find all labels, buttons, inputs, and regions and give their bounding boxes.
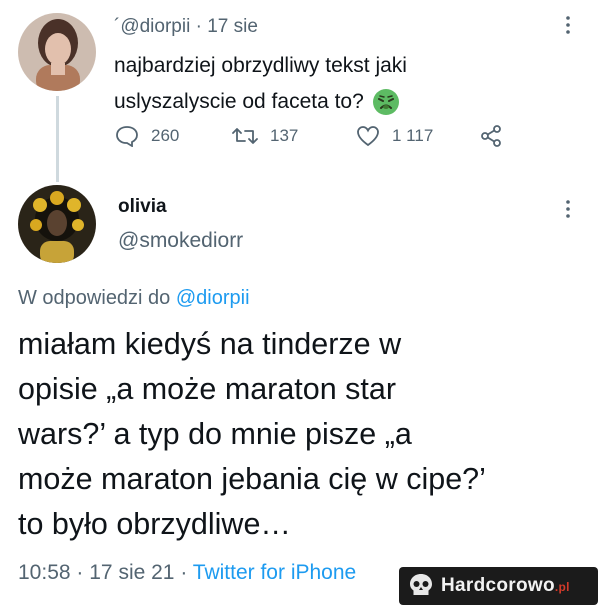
- watermark: Hardcorowo.pl: [399, 567, 598, 605]
- retweet-icon: [232, 125, 258, 147]
- meta-separator: ·: [180, 561, 188, 584]
- reply-to-prefix: W odpowiedzi do: [18, 287, 171, 309]
- watermark-text: Hardcorowo: [441, 575, 555, 596]
- tweet2-text-line: wars?’ a typ do mnie pisze „a: [18, 417, 412, 451]
- tweet2-display-name[interactable]: olivia: [118, 195, 167, 219]
- reply-action[interactable]: 260: [115, 125, 179, 147]
- tweet1-header: ´@diorpii · 17 sie: [114, 15, 258, 39]
- tweet1-text-line1: najbardziej obrzydliwy tekst jaki: [114, 54, 407, 77]
- heart-icon: [356, 125, 380, 147]
- tweet1-more-icon[interactable]: [565, 15, 575, 35]
- nauseated-face-icon: [372, 88, 400, 116]
- tweet2-date[interactable]: 17 sie 21: [89, 561, 174, 584]
- reply-to-handle[interactable]: @diorpii: [176, 287, 250, 309]
- tweet2-text-line: miałam kiedyś na tinderze w: [18, 327, 402, 361]
- tweet2-time[interactable]: 10:58: [18, 561, 71, 584]
- reply-count: 260: [151, 126, 180, 145]
- reply-to: W odpowiedzi do @diorpii: [18, 285, 250, 311]
- retweet-action[interactable]: 137: [232, 125, 298, 147]
- tweet2-source[interactable]: Twitter for iPhone: [193, 561, 356, 584]
- like-count: 1 117: [392, 126, 434, 145]
- tweet1-separator: ·: [195, 16, 202, 37]
- tweet2-text-line: to było obrzydliwe…: [18, 507, 291, 541]
- tweet1-text-line2: uslyszalyscie od faceta to?: [114, 90, 364, 113]
- tweet2-more-icon[interactable]: [565, 199, 575, 219]
- watermark-suffix: .pl: [554, 580, 570, 594]
- tweet2-meta: 10:58 · 17 sie 21 · Twitter for iPhone: [18, 560, 356, 586]
- thread-line: [56, 96, 59, 182]
- tweet2-text-line: opisie „a może maraton star: [18, 372, 397, 406]
- meta-separator: ·: [76, 561, 84, 584]
- tweet1-date[interactable]: 17 sie: [207, 16, 258, 37]
- reply-icon: [115, 125, 139, 147]
- watermark-logo: Hardcorowo.pl: [441, 575, 570, 597]
- share-icon[interactable]: [480, 125, 502, 147]
- tweet2-text-line: może maraton jebania cię w cipe?’: [18, 462, 486, 496]
- like-action[interactable]: 1 117: [356, 125, 433, 147]
- tweet2-handle[interactable]: @smokediorr: [118, 228, 243, 254]
- skull-icon: [407, 572, 435, 600]
- tweet2-text: miałam kiedyś na tinderze w opisie „a mo…: [18, 322, 486, 547]
- tweet1-text: najbardziej obrzydliwy tekst jaki uslysz…: [114, 48, 407, 120]
- retweet-count: 137: [270, 126, 299, 145]
- avatar-olivia[interactable]: [18, 185, 96, 263]
- tweet1-handle[interactable]: ´@diorpii: [114, 16, 190, 37]
- avatar-diorpii[interactable]: [18, 13, 96, 91]
